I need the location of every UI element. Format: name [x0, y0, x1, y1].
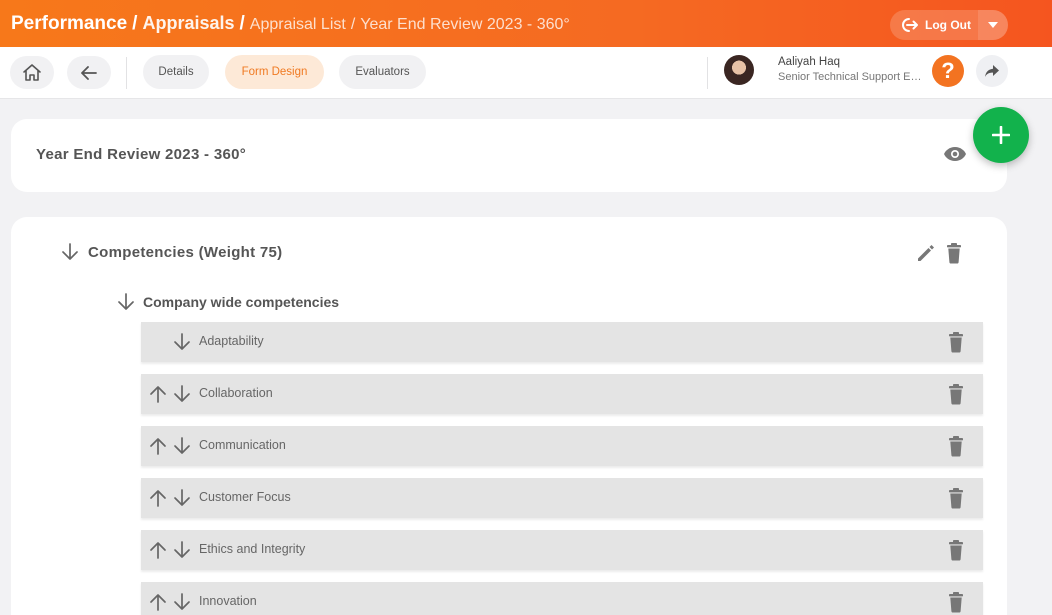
item-label: Collaboration	[199, 386, 273, 400]
arrow-up-icon[interactable]	[149, 540, 167, 560]
arrow-left-icon	[81, 65, 97, 80]
reorder-arrows	[149, 540, 191, 560]
trash-icon[interactable]	[947, 435, 965, 457]
breadcrumb-separator: /	[239, 12, 245, 34]
trash-icon[interactable]	[947, 591, 965, 613]
item-label: Customer Focus	[199, 490, 291, 504]
logout-button[interactable]: Log Out	[890, 10, 978, 40]
item-label: Adaptability	[199, 334, 264, 348]
arrow-down-icon[interactable]	[173, 592, 191, 612]
user-role: Senior Technical Support Engineer	[778, 71, 923, 83]
trash-icon[interactable]	[947, 487, 965, 509]
arrow-up-icon[interactable]	[149, 488, 167, 508]
reorder-arrows	[149, 592, 191, 612]
list-item[interactable]: Collaboration	[141, 374, 983, 414]
list-item[interactable]: Communication	[141, 426, 983, 466]
arrow-down-icon[interactable]	[61, 242, 79, 262]
toolbar-divider	[126, 57, 127, 89]
group-header: Company wide competencies	[117, 292, 339, 312]
tab-form-design[interactable]: Form Design	[225, 55, 324, 89]
home-button[interactable]	[10, 56, 54, 89]
form-section-card: Competencies (Weight 75) Company wide co…	[11, 217, 1007, 615]
reorder-arrows	[173, 332, 191, 352]
list-item[interactable]: Adaptability	[141, 322, 983, 362]
list-item[interactable]: Customer Focus	[141, 478, 983, 518]
arrow-up-icon[interactable]	[149, 436, 167, 456]
group-title: Company wide competencies	[143, 294, 340, 310]
back-button[interactable]	[67, 56, 111, 89]
toolbar: Details Form Design Evaluators Aaliyah H…	[0, 47, 1052, 99]
preview-button[interactable]	[943, 145, 967, 168]
trash-icon[interactable]	[947, 331, 965, 353]
item-label: Communication	[199, 438, 286, 452]
arrow-down-icon[interactable]	[173, 540, 191, 560]
item-label: Innovation	[199, 594, 257, 608]
logout-group: Log Out	[890, 10, 1008, 40]
arrow-down-icon[interactable]	[173, 488, 191, 508]
tab-details[interactable]: Details	[143, 55, 209, 89]
toolbar-divider	[707, 57, 708, 89]
section-title: Competencies (Weight 75)	[88, 243, 283, 261]
trash-icon[interactable]	[947, 539, 965, 561]
top-header-bar: Performance / Appraisals / Appraisal Lis…	[0, 0, 1052, 47]
breadcrumb-separator: /	[132, 12, 138, 34]
chevron-down-icon	[988, 22, 998, 28]
plus-icon	[992, 126, 1010, 144]
breadcrumb-appraisals[interactable]: Appraisals	[142, 13, 234, 34]
reorder-arrows	[149, 488, 191, 508]
arrow-down-icon[interactable]	[173, 436, 191, 456]
tab-evaluators[interactable]: Evaluators	[339, 55, 426, 89]
avatar[interactable]	[724, 55, 754, 85]
breadcrumb-performance[interactable]: Performance	[11, 13, 127, 35]
form-title: Year End Review 2023 - 360°	[36, 146, 247, 163]
section-header: Competencies (Weight 75)	[61, 242, 282, 262]
arrow-up-icon[interactable]	[149, 384, 167, 404]
arrow-up-icon[interactable]	[149, 592, 167, 612]
list-item[interactable]: Ethics and Integrity	[141, 530, 983, 570]
reorder-arrows	[149, 384, 191, 404]
form-title-card: Year End Review 2023 - 360°	[11, 119, 1007, 192]
share-button[interactable]	[976, 55, 1008, 87]
share-icon	[985, 65, 999, 77]
question-icon: ?	[941, 58, 955, 83]
eye-icon	[944, 147, 966, 161]
logout-label: Log Out	[925, 18, 971, 32]
item-label: Ethics and Integrity	[199, 542, 306, 556]
home-icon	[23, 64, 41, 81]
logout-icon	[902, 18, 918, 32]
arrow-down-icon[interactable]	[173, 332, 191, 352]
breadcrumb-separator: /	[350, 15, 356, 33]
logout-menu-caret[interactable]	[978, 10, 1008, 40]
trash-icon[interactable]	[945, 242, 963, 264]
list-item[interactable]: Innovation	[141, 582, 983, 615]
breadcrumb-current: Year End Review 2023 - 360°	[360, 15, 570, 33]
help-button[interactable]: ?	[932, 55, 964, 87]
arrow-down-icon[interactable]	[173, 384, 191, 404]
reorder-arrows	[149, 436, 191, 456]
breadcrumb-appraisal-list[interactable]: Appraisal List	[250, 16, 346, 34]
arrow-down-icon[interactable]	[117, 292, 135, 312]
breadcrumb: Performance / Appraisals / Appraisal Lis…	[11, 13, 570, 35]
add-button[interactable]	[973, 107, 1029, 163]
user-name: Aaliyah Haq	[778, 56, 841, 68]
section-actions	[915, 242, 963, 264]
trash-icon[interactable]	[947, 383, 965, 405]
edit-pencil-icon[interactable]	[915, 242, 937, 264]
